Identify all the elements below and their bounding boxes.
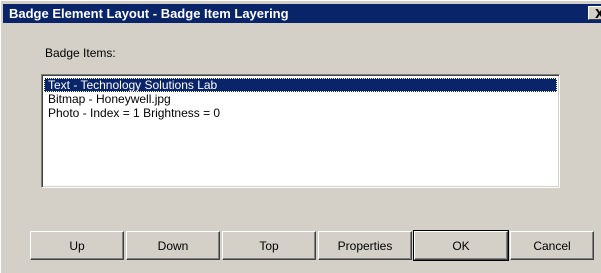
window-title: Badge Element Layout - Badge Item Layeri… bbox=[9, 6, 289, 21]
badge-items-listbox[interactable]: Text - Technology Solutions Lab Bitmap -… bbox=[41, 74, 560, 188]
properties-button[interactable]: Properties bbox=[318, 231, 412, 260]
close-button[interactable]: X bbox=[588, 6, 601, 20]
ok-button[interactable]: OK bbox=[413, 230, 509, 261]
top-button[interactable]: Top bbox=[222, 231, 316, 260]
close-icon: X bbox=[595, 7, 601, 19]
list-item[interactable]: Text - Technology Solutions Lab bbox=[44, 78, 557, 92]
badge-items-label: Badge Items: bbox=[45, 46, 116, 60]
list-item[interactable]: Bitmap - Honeywell.jpg bbox=[44, 92, 557, 106]
badge-item-layering-dialog: Badge Element Layout - Badge Item Layeri… bbox=[0, 0, 601, 273]
title-bar[interactable]: Badge Element Layout - Badge Item Layeri… bbox=[3, 4, 601, 23]
cancel-button[interactable]: Cancel bbox=[510, 231, 594, 260]
list-item[interactable]: Photo - Index = 1 Brightness = 0 bbox=[44, 106, 557, 120]
down-button[interactable]: Down bbox=[126, 231, 220, 260]
up-button[interactable]: Up bbox=[30, 231, 124, 260]
